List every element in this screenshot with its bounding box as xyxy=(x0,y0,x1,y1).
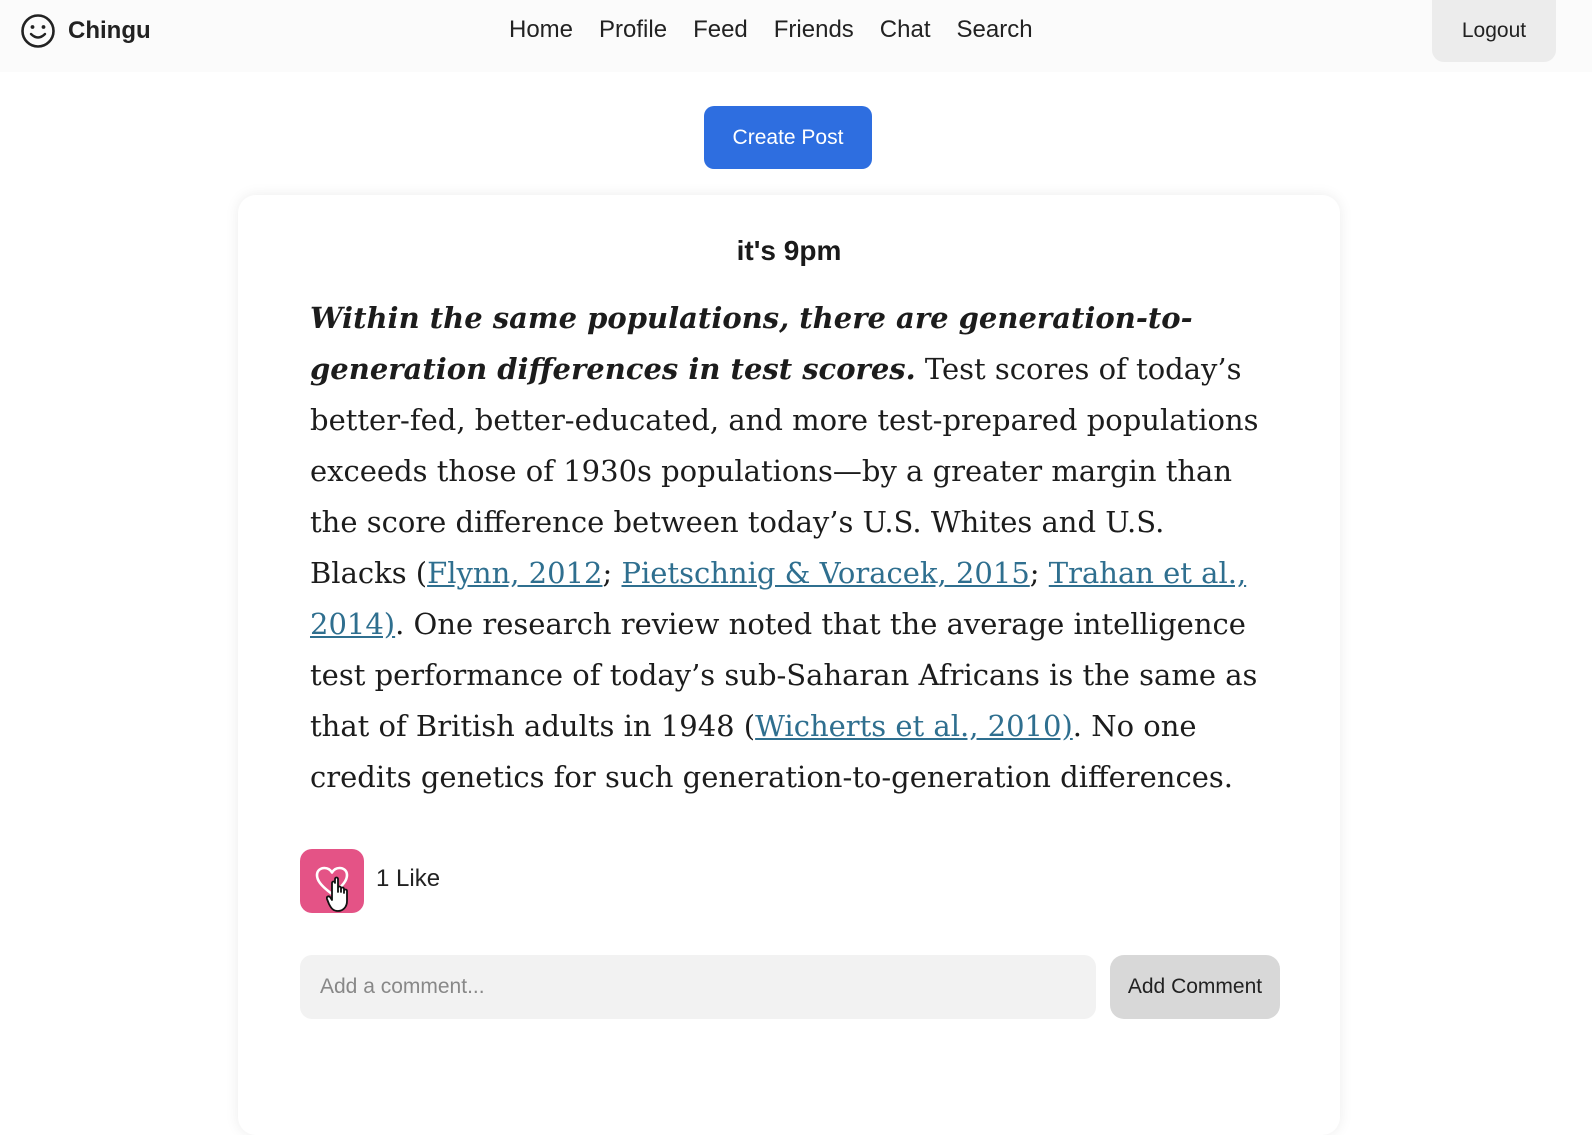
top-header: Chingu Home Profile Feed Friends Chat Se… xyxy=(0,0,1592,72)
nav-chat[interactable]: Chat xyxy=(880,14,931,46)
citation-link-pietschnig[interactable]: Pietschnig & Voracek, 2015 xyxy=(621,556,1029,590)
citation-link-wicherts[interactable]: Wicherts et al., 2010) xyxy=(755,709,1073,743)
nav-profile[interactable]: Profile xyxy=(599,14,667,46)
brand[interactable]: Chingu xyxy=(20,12,151,50)
logout-button[interactable]: Logout xyxy=(1432,0,1556,62)
citation-separator: ; xyxy=(1029,556,1049,590)
nav-friends[interactable]: Friends xyxy=(774,14,854,46)
citation-link-flynn[interactable]: Flynn, 2012 xyxy=(427,556,602,590)
create-post-button[interactable]: Create Post xyxy=(704,106,872,169)
citation-separator: ; xyxy=(602,556,622,590)
comment-input[interactable] xyxy=(300,955,1096,1019)
post-card: it's 9pm Within the same populations, th… xyxy=(238,195,1340,1135)
brand-name: Chingu xyxy=(68,17,151,44)
post-title: it's 9pm xyxy=(736,235,842,266)
like-count: 1 Like xyxy=(376,865,441,892)
nav-home[interactable]: Home xyxy=(509,14,573,46)
add-comment-button[interactable]: Add Comment xyxy=(1110,955,1280,1019)
smiley-icon xyxy=(21,14,55,48)
post-text-1: Test scores of today’s better-fed, bette… xyxy=(310,352,1259,590)
main-nav: Home Profile Feed Friends Chat Search xyxy=(509,14,1033,46)
nav-search[interactable]: Search xyxy=(957,14,1033,46)
post-body: Within the same populations, there are g… xyxy=(310,293,1270,803)
hand-pointer-icon xyxy=(326,876,348,912)
nav-feed[interactable]: Feed xyxy=(693,14,748,46)
